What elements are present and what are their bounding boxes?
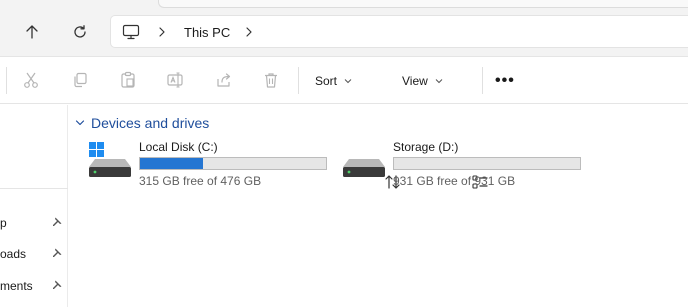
refresh-button[interactable] [66, 18, 94, 46]
this-pc-icon [122, 24, 140, 40]
devices-group-header[interactable]: Devices and drives [75, 115, 209, 131]
view-label: View [402, 74, 428, 88]
command-separator [298, 67, 299, 94]
drive-icon [343, 159, 385, 177]
command-bar: Sort View ••• [0, 57, 688, 189]
drive-tile-d[interactable]: Storage (D:) 931 GB free of 931 GB [341, 140, 586, 190]
nav-item-desktop[interactable]: p [0, 212, 68, 234]
refresh-icon [74, 25, 86, 38]
drive-usage-bar [139, 157, 327, 170]
group-title: Devices and drives [91, 115, 210, 131]
pin-icon[interactable] [51, 247, 63, 259]
nav-item-documents[interactable]: ments [0, 275, 68, 297]
nav-divider [0, 188, 68, 189]
scissors-icon [24, 72, 38, 88]
share-button[interactable] [215, 71, 233, 89]
pin-icon[interactable] [51, 216, 63, 228]
drive-usage-fill [140, 158, 203, 169]
windows-drive-icon [89, 142, 131, 177]
up-button[interactable] [18, 18, 46, 46]
view-button[interactable]: View [402, 68, 488, 189]
sort-label: Sort [315, 74, 338, 88]
address-bar[interactable]: This PC [110, 15, 688, 48]
nav-item-label: p [0, 216, 7, 230]
drive-usage-bar [393, 157, 581, 170]
trash-icon [265, 73, 277, 88]
copy-icon [74, 72, 87, 88]
drive-free-space: 315 GB free of 476 GB [139, 174, 262, 188]
drive-free-space: 931 GB free of 931 GB [393, 174, 516, 188]
command-separator [6, 67, 7, 94]
chevron-down-icon [344, 79, 352, 84]
rename-icon [167, 72, 183, 88]
drive-name: Local Disk (C:) [139, 140, 218, 154]
nav-item-downloads[interactable]: oads [0, 243, 68, 265]
chevron-right-icon[interactable] [157, 27, 167, 37]
cut-button[interactable] [22, 71, 40, 89]
chevron-down-icon [435, 79, 443, 84]
nav-item-label: oads [0, 247, 27, 261]
arrow-up-icon [26, 25, 38, 39]
share-icon [217, 73, 231, 87]
rename-button[interactable] [166, 71, 184, 89]
breadcrumb-this-pc[interactable]: This PC [184, 25, 230, 40]
title-navigation-bar: This PC [0, 0, 688, 57]
content-area: Devices and drives Local Disk (C:) 315 G… [69, 105, 688, 307]
sort-button[interactable]: Sort [315, 68, 400, 189]
nav-item-label: ments [0, 279, 33, 293]
navigation-pane: p oads ments [0, 105, 68, 307]
drive-tile-c[interactable]: Local Disk (C:) 315 GB free of 476 GB [87, 140, 332, 190]
tab-strip-edge [158, 0, 688, 8]
chevron-right-icon[interactable] [244, 27, 254, 37]
paste-icon [121, 71, 135, 88]
pin-icon[interactable] [51, 279, 63, 291]
more-options-button[interactable]: ••• [495, 73, 515, 89]
command-separator [482, 67, 483, 94]
drive-name: Storage (D:) [393, 140, 459, 154]
delete-button[interactable] [262, 71, 280, 89]
paste-button[interactable] [119, 71, 137, 89]
chevron-down-icon [75, 120, 85, 126]
copy-button[interactable] [71, 71, 89, 89]
